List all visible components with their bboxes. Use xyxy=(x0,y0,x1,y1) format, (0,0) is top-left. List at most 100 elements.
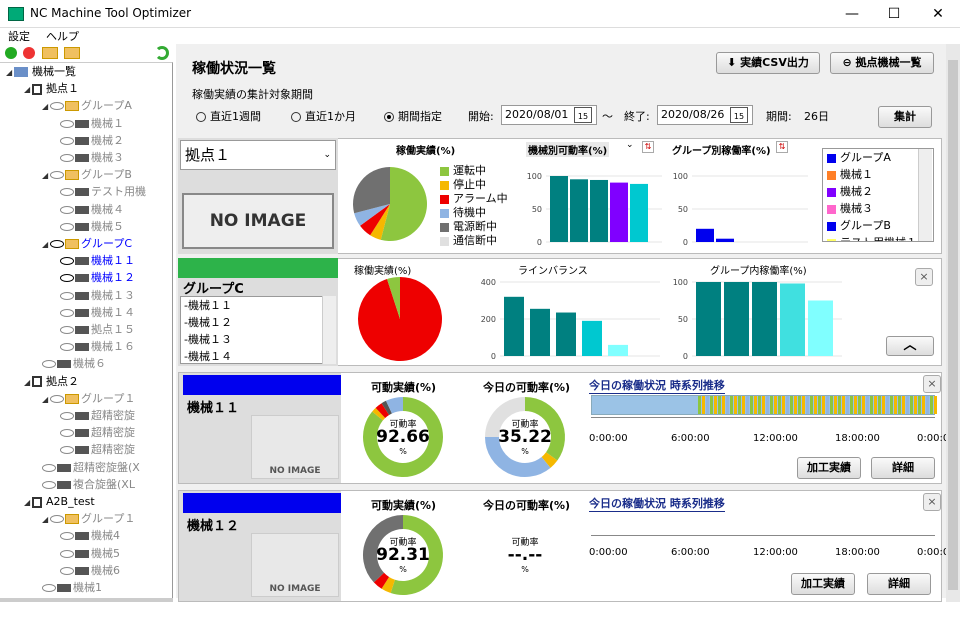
tree-item[interactable]: 機械1 xyxy=(42,579,102,596)
remove-folder-icon[interactable] xyxy=(64,47,80,59)
tree-item[interactable]: 機械３ xyxy=(60,149,124,166)
collapse-button[interactable]: ︿ xyxy=(886,336,934,356)
menu-help[interactable]: ヘルプ xyxy=(46,30,79,43)
expand-icon[interactable]: ◢ xyxy=(42,511,50,528)
tree-item[interactable]: ◢ 機械一覧 xyxy=(6,63,76,80)
tree-item[interactable]: テスト用機 xyxy=(60,183,146,200)
eye-icon[interactable] xyxy=(60,343,74,352)
eye-icon[interactable] xyxy=(60,291,74,300)
maximize-button[interactable]: ☐ xyxy=(874,2,914,26)
series-list-scrollbar[interactable] xyxy=(918,149,932,241)
eye-icon[interactable] xyxy=(60,222,74,231)
tree-item[interactable]: ◢ グループ１ xyxy=(42,390,135,407)
sort-icon[interactable]: ⇅ xyxy=(776,141,788,153)
add-icon[interactable] xyxy=(5,47,17,59)
radio-custom[interactable]: 期間指定 xyxy=(384,108,442,124)
start-calendar-icon[interactable]: 15 xyxy=(574,107,592,123)
aggregate-button[interactable]: 集計 xyxy=(878,106,932,128)
tree-item[interactable]: 複合旋盤(XL xyxy=(42,476,135,493)
expand-icon[interactable]: ◢ xyxy=(42,236,50,253)
eye-icon[interactable] xyxy=(60,446,74,455)
tree-item[interactable]: 機械６ xyxy=(42,355,106,372)
tree-item[interactable]: ◢ グループA xyxy=(42,97,132,114)
machine-bar-title[interactable]: 機械別可動率(%) xyxy=(526,142,610,157)
series-item[interactable]: グループA xyxy=(823,149,933,166)
sort-icon[interactable]: ⇅ xyxy=(642,141,654,153)
eye-icon[interactable] xyxy=(42,584,56,592)
series-item[interactable]: 機械３ xyxy=(823,200,933,217)
expand-icon[interactable]: ◢ xyxy=(6,64,14,81)
eye-icon[interactable] xyxy=(60,188,74,197)
group-list-scrollbar[interactable] xyxy=(322,296,336,364)
eye-icon[interactable] xyxy=(60,412,74,420)
series-item[interactable]: グループB xyxy=(823,217,933,234)
eye-icon[interactable] xyxy=(60,549,74,558)
tree-item[interactable]: ◢ A2B_test xyxy=(24,493,95,510)
eye-icon[interactable] xyxy=(42,463,56,472)
machining-results-button[interactable]: 加工実績 xyxy=(797,457,861,479)
tree-item[interactable]: ◢ 拠点１ xyxy=(24,80,79,97)
expand-icon[interactable]: ◢ xyxy=(42,98,50,115)
csv-export-button[interactable]: ⬇ 実績CSV出力 xyxy=(716,52,820,74)
add-folder-icon[interactable] xyxy=(42,47,58,59)
series-item[interactable]: テスト用機械１ xyxy=(823,234,933,241)
tree-item[interactable]: 機械１６ xyxy=(60,338,135,355)
tree-item[interactable]: 超精密旋 xyxy=(60,441,135,458)
expand-icon[interactable]: ◢ xyxy=(42,391,50,408)
menu-settings[interactable]: 設定 xyxy=(8,30,30,43)
group-member-item[interactable]: -機械１１ xyxy=(184,297,335,314)
expand-icon[interactable]: ◢ xyxy=(24,374,32,391)
series-item[interactable]: 機械２ xyxy=(823,183,933,200)
eye-icon[interactable] xyxy=(60,257,74,266)
eye-icon[interactable] xyxy=(60,136,74,145)
tree-item[interactable]: 機械１３ xyxy=(60,287,135,304)
site-select[interactable]: 拠点１ ⌄ xyxy=(180,140,336,170)
end-calendar-icon[interactable]: 15 xyxy=(730,107,748,123)
group-member-item[interactable]: -機械１３ xyxy=(184,331,335,348)
expand-icon[interactable]: ◢ xyxy=(42,167,50,184)
tree-item[interactable]: 機械２ xyxy=(60,132,124,149)
eye-icon[interactable] xyxy=(42,480,56,489)
expand-icon[interactable]: ◢ xyxy=(24,494,32,511)
machine-tree[interactable]: ◢ 機械一覧 ◢ 拠点１ ◢ グループA 機械１ 機械２ 機械３ ◢ グループB テスト用機 機械４ 機械… xyxy=(0,62,173,598)
eye-icon[interactable] xyxy=(60,429,74,438)
tree-item[interactable]: 機械５ xyxy=(60,218,124,235)
eye-icon[interactable] xyxy=(60,205,74,214)
eye-icon[interactable] xyxy=(50,394,64,403)
close-button[interactable]: ✕ xyxy=(918,2,958,26)
tree-item[interactable]: 機械４ xyxy=(60,201,124,218)
eye-icon[interactable] xyxy=(50,171,64,180)
tree-item[interactable]: 機械１１ xyxy=(60,252,135,269)
eye-icon[interactable] xyxy=(50,515,64,524)
eye-icon[interactable] xyxy=(50,240,64,248)
tree-item[interactable]: 機械１４ xyxy=(60,304,135,321)
eye-icon[interactable] xyxy=(60,308,74,317)
tree-item[interactable]: ◢ グループ１ xyxy=(42,510,135,527)
eye-icon[interactable] xyxy=(60,326,74,334)
radio-month[interactable]: 直近1か月 xyxy=(291,108,356,124)
tree-item[interactable]: 拠点１５ xyxy=(60,321,135,338)
eye-icon[interactable] xyxy=(60,154,74,162)
eye-icon[interactable] xyxy=(42,360,56,369)
remove-icon[interactable] xyxy=(23,47,35,59)
tree-item[interactable]: 機械5 xyxy=(60,545,120,562)
tree-item[interactable]: 超精密旋 xyxy=(60,424,135,441)
eye-icon[interactable] xyxy=(60,532,74,541)
tree-item[interactable]: 機械１ xyxy=(60,115,124,132)
detail-button[interactable]: 詳細 xyxy=(867,573,931,595)
refresh-icon[interactable] xyxy=(155,46,169,60)
expand-icon[interactable]: ◢ xyxy=(24,81,32,98)
radio-week[interactable]: 直近1週間 xyxy=(196,108,261,124)
machine-close-button[interactable]: × xyxy=(923,375,941,393)
group-close-button[interactable]: × xyxy=(915,268,933,286)
group-member-item[interactable]: -機械１２ xyxy=(184,314,335,331)
tree-item[interactable]: 機械１２ xyxy=(60,269,135,286)
machining-results-button[interactable]: 加工実績 xyxy=(791,573,855,595)
minimize-button[interactable]: — xyxy=(832,2,872,26)
tree-hscroll[interactable] xyxy=(0,598,173,602)
tree-item[interactable]: ◢ グループB xyxy=(42,166,132,183)
eye-icon[interactable] xyxy=(50,102,64,111)
tree-item[interactable]: 超精密旋盤(X xyxy=(42,459,140,476)
site-machine-list-button[interactable]: ⊖ 拠点機械一覧 xyxy=(830,52,934,74)
group-member-list[interactable]: -機械１１ -機械１２ -機械１３ -機械１４ xyxy=(180,296,336,364)
